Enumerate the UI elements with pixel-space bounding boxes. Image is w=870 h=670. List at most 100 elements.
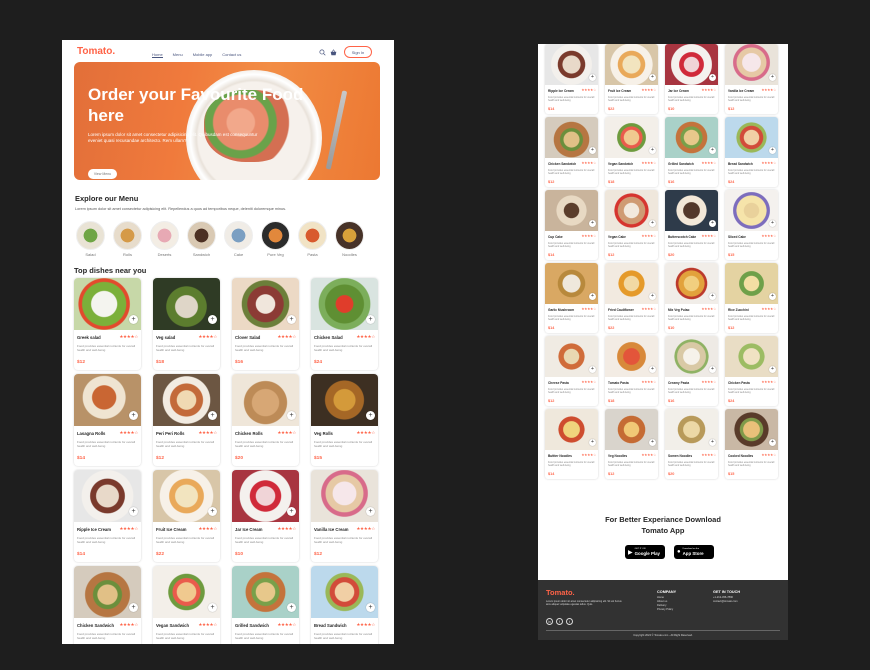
food-card[interactable]: + Chicken Rolls ★★★★☆ Food provides essenti…	[232, 374, 299, 466]
food-card[interactable]: + Grilled Sandwich ★★★★☆ Food provides esse…	[665, 117, 718, 187]
category-rolls[interactable]: Rolls	[112, 221, 143, 257]
twitter-icon[interactable]: t	[566, 618, 573, 625]
add-to-cart-icon[interactable]: +	[649, 220, 656, 227]
food-card[interactable]: + Vegan Cake ★★★★☆ Food provides essential …	[605, 190, 658, 260]
add-to-cart-icon[interactable]: +	[287, 507, 296, 516]
add-to-cart-icon[interactable]: +	[589, 147, 596, 154]
category-noodles[interactable]: Noodles	[334, 221, 365, 257]
add-to-cart-icon[interactable]: +	[769, 147, 776, 154]
add-to-cart-icon[interactable]: +	[208, 315, 217, 324]
add-to-cart-icon[interactable]: +	[287, 411, 296, 420]
add-to-cart-icon[interactable]: +	[589, 220, 596, 227]
add-to-cart-icon[interactable]: +	[649, 366, 656, 373]
food-card[interactable]: + Cup Cake ★★★★☆ Food provides essential nu…	[545, 190, 598, 260]
food-card[interactable]: + Cheese Pasta ★★★★☆ Food provides essentia…	[545, 336, 598, 406]
add-to-cart-icon[interactable]: +	[366, 315, 375, 324]
food-card[interactable]: + Veg salad ★★★★☆ Food provides essential n…	[153, 278, 220, 370]
search-icon[interactable]	[319, 49, 326, 56]
add-to-cart-icon[interactable]: +	[589, 293, 596, 300]
food-card[interactable]: + Somen Noodles ★★★★☆ Food provides essenti…	[665, 409, 718, 479]
google-play-button[interactable]: ▶ GET IT ON Google Play	[625, 545, 665, 559]
food-card[interactable]: + Grilled Sandwich ★★★★☆ Food provides esse…	[232, 566, 299, 644]
add-to-cart-icon[interactable]: +	[769, 74, 776, 81]
food-card[interactable]: + Cooked Noodles ★★★★☆ Food provides essent…	[725, 409, 778, 479]
sign-in-button[interactable]: Sign In	[344, 46, 372, 58]
food-card[interactable]: + Veg Rolls ★★★★☆ Food provides essential n…	[311, 374, 378, 466]
add-to-cart-icon[interactable]: +	[366, 411, 375, 420]
add-to-cart-icon[interactable]: +	[589, 366, 596, 373]
add-to-cart-icon[interactable]: +	[649, 293, 656, 300]
food-card[interactable]: + Buttter Noodles ★★★★☆ Food provides essen…	[545, 409, 598, 479]
food-card[interactable]: + Fruit Ice Cream ★★★★☆ Food provides essen…	[153, 470, 220, 562]
add-to-cart-icon[interactable]: +	[709, 74, 716, 81]
nav-menu[interactable]: Menu	[173, 52, 183, 58]
food-card[interactable]: + Jar Ice Cream ★★★★☆ Food provides essenti…	[665, 44, 718, 114]
add-to-cart-icon[interactable]: +	[709, 220, 716, 227]
food-card[interactable]: + Butterscotch Cake ★★★★☆ Food provides ess…	[665, 190, 718, 260]
food-card[interactable]: + Veg Noodles ★★★★☆ Food provides essential…	[605, 409, 658, 479]
add-to-cart-icon[interactable]: +	[287, 603, 296, 612]
add-to-cart-icon[interactable]: +	[589, 439, 596, 446]
food-card[interactable]: + Bread Sandwich ★★★★☆ Food provides essent…	[311, 566, 378, 644]
food-card[interactable]: + Sliced Cake ★★★★☆ Food provides essential…	[725, 190, 778, 260]
add-to-cart-icon[interactable]: +	[769, 293, 776, 300]
add-to-cart-icon[interactable]: +	[649, 74, 656, 81]
add-to-cart-icon[interactable]: +	[769, 439, 776, 446]
add-to-cart-icon[interactable]: +	[129, 315, 138, 324]
add-to-cart-icon[interactable]: +	[208, 507, 217, 516]
food-card[interactable]: + Tomato Pasta ★★★★☆ Food provides essentia…	[605, 336, 658, 406]
food-card[interactable]: + Mix Veg Pulao ★★★★☆ Food provides essenti…	[665, 263, 718, 333]
logo[interactable]: Tomato.	[77, 46, 115, 57]
food-card[interactable]: + Rice Zucchini ★★★★☆ Food provides essenti…	[725, 263, 778, 333]
food-card[interactable]: + Ripple Ice Cream ★★★★☆ Food provides esse…	[74, 470, 141, 562]
add-to-cart-icon[interactable]: +	[649, 439, 656, 446]
add-to-cart-icon[interactable]: +	[366, 507, 375, 516]
nav-mobile-app[interactable]: Mobile app	[193, 52, 213, 58]
facebook-icon[interactable]: f	[556, 618, 563, 625]
food-card[interactable]: + Jar Ice Cream ★★★★☆ Food provides essenti…	[232, 470, 299, 562]
food-card[interactable]: + Chicken Salad ★★★★☆ Food provides essenti…	[311, 278, 378, 370]
add-to-cart-icon[interactable]: +	[287, 315, 296, 324]
food-card[interactable]: + Vanilla Ice Cream ★★★★☆ Food provides ess…	[725, 44, 778, 114]
nav-contact-us[interactable]: Contact us	[222, 52, 241, 58]
food-card[interactable]: + Fried Cauliflower ★★★★☆ Food provides ess…	[605, 263, 658, 333]
category-sandwich[interactable]: Sandwich	[186, 221, 217, 257]
food-card[interactable]: + Chicken Sandwich ★★★★☆ Food provides esse…	[545, 117, 598, 187]
basket-icon[interactable]	[330, 49, 337, 56]
add-to-cart-icon[interactable]: +	[366, 603, 375, 612]
add-to-cart-icon[interactable]: +	[589, 74, 596, 81]
food-card[interactable]: + Vegan Sandwich ★★★★☆ Food provides essent…	[605, 117, 658, 187]
add-to-cart-icon[interactable]: +	[649, 147, 656, 154]
add-to-cart-icon[interactable]: +	[709, 147, 716, 154]
category-cake[interactable]: Cake	[223, 221, 254, 257]
nav-home[interactable]: Home	[152, 52, 163, 58]
food-card[interactable]: + Lasagna Rolls ★★★★☆ Food provides essenti…	[74, 374, 141, 466]
category-pasta[interactable]: Pasta	[297, 221, 328, 257]
add-to-cart-icon[interactable]: +	[129, 603, 138, 612]
add-to-cart-icon[interactable]: +	[208, 603, 217, 612]
food-card[interactable]: + Ripple Ice Cream ★★★★☆ Food provides esse…	[545, 44, 598, 114]
add-to-cart-icon[interactable]: +	[709, 366, 716, 373]
food-card[interactable]: + Garlic Mushroom ★★★★☆ Food provides essen…	[545, 263, 598, 333]
view-menu-button[interactable]: View Menu	[88, 169, 117, 179]
add-to-cart-icon[interactable]: +	[769, 220, 776, 227]
food-card[interactable]: + Creamy Pasta ★★★★☆ Food provides essentia…	[665, 336, 718, 406]
linkedin-icon[interactable]: in	[546, 618, 553, 625]
add-to-cart-icon[interactable]: +	[709, 293, 716, 300]
add-to-cart-icon[interactable]: +	[769, 366, 776, 373]
food-card[interactable]: + Vanilla Ice Cream ★★★★☆ Food provides ess…	[311, 470, 378, 562]
food-card[interactable]: + Fruit Ice Cream ★★★★☆ Food provides essen…	[605, 44, 658, 114]
category-pure-veg[interactable]: Pure Veg	[260, 221, 291, 257]
add-to-cart-icon[interactable]: +	[208, 411, 217, 420]
category-deserts[interactable]: Deserts	[149, 221, 180, 257]
contact-email[interactable]: contact@tomato.com	[713, 600, 740, 604]
category-salad[interactable]: Salad	[75, 221, 106, 257]
food-card[interactable]: + Clover Salad ★★★★☆ Food provides essentia…	[232, 278, 299, 370]
food-card[interactable]: + Chicken Pasta ★★★★☆ Food provides essenti…	[725, 336, 778, 406]
add-to-cart-icon[interactable]: +	[129, 411, 138, 420]
footer-link-privacy[interactable]: Privacy Policy	[657, 608, 676, 612]
add-to-cart-icon[interactable]: +	[709, 439, 716, 446]
food-card[interactable]: + Bread Sandwich ★★★★☆ Food provides essent…	[725, 117, 778, 187]
food-card[interactable]: + Peri Peri Rolls ★★★★☆ Food provides essen…	[153, 374, 220, 466]
add-to-cart-icon[interactable]: +	[129, 507, 138, 516]
